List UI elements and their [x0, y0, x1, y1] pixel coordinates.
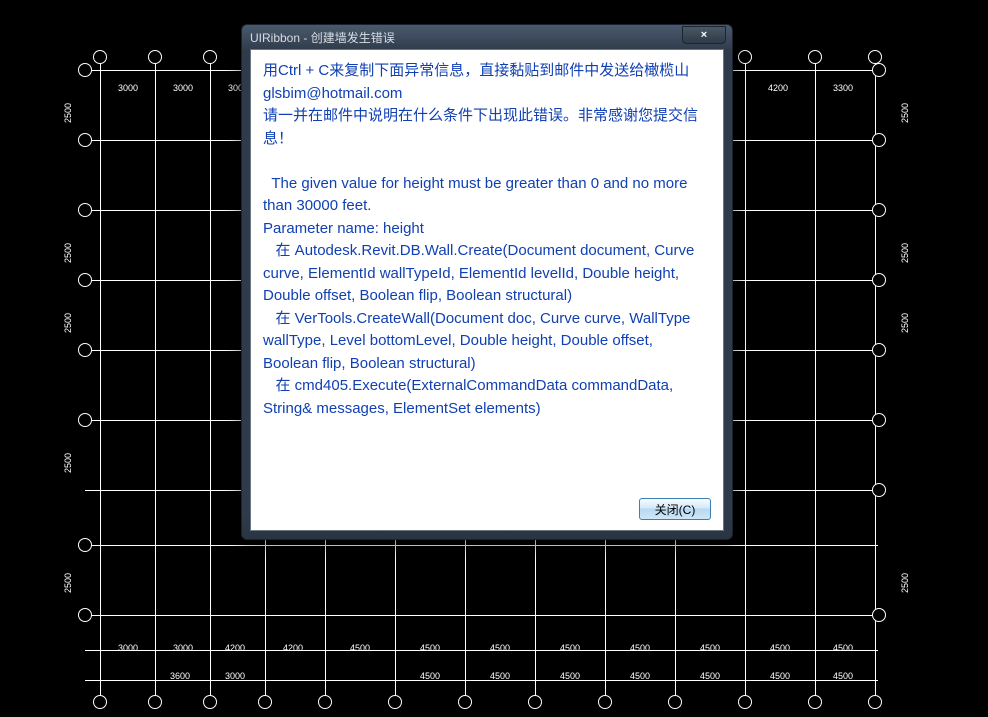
close-action-button[interactable]: 关闭(C) [639, 498, 711, 520]
grid-bubble [868, 50, 882, 64]
grid-line [155, 55, 156, 702]
grid-line [85, 650, 878, 651]
dimension-text: 3600 [170, 671, 190, 681]
grid-bubble [668, 695, 682, 709]
dimension-text: 4500 [560, 643, 580, 653]
dimension-text: 4200 [283, 643, 303, 653]
grid-bubble [808, 50, 822, 64]
dimension-text: 4500 [630, 671, 650, 681]
grid-bubble [78, 203, 92, 217]
dimension-text: 4500 [350, 643, 370, 653]
dimension-text: 2500 [900, 573, 910, 593]
dimension-text: 2500 [63, 313, 73, 333]
grid-line [745, 55, 746, 702]
grid-line [875, 55, 876, 702]
dimension-text: 4500 [700, 671, 720, 681]
grid-bubble [93, 50, 107, 64]
grid-bubble [78, 343, 92, 357]
close-icon: × [701, 29, 707, 41]
grid-bubble [872, 413, 886, 427]
dimension-text: 2500 [900, 103, 910, 123]
grid-bubble [203, 695, 217, 709]
dialog-button-row: 关闭(C) [263, 498, 711, 520]
close-action-label: 关闭(C) [655, 501, 696, 518]
dimension-text: 4500 [630, 643, 650, 653]
grid-bubble [598, 695, 612, 709]
dimension-text: 3000 [118, 83, 138, 93]
grid-bubble [872, 608, 886, 622]
dimension-text: 2500 [63, 103, 73, 123]
grid-bubble [872, 63, 886, 77]
dimension-text: 2500 [900, 313, 910, 333]
dimension-text: 4500 [833, 643, 853, 653]
dimension-text: 4500 [490, 671, 510, 681]
grid-bubble [872, 273, 886, 287]
dimension-text: 4500 [833, 671, 853, 681]
dimension-text: 2500 [63, 453, 73, 473]
grid-bubble [148, 695, 162, 709]
grid-bubble [78, 273, 92, 287]
dimension-text: 4500 [490, 643, 510, 653]
grid-bubble [93, 695, 107, 709]
dimension-text: 4500 [420, 643, 440, 653]
dimension-text: 4500 [770, 643, 790, 653]
grid-line [815, 55, 816, 702]
grid-bubble [318, 695, 332, 709]
dimension-text: 3000 [225, 671, 245, 681]
dialog-body: 用Ctrl + C来复制下面异常信息，直接黏贴到邮件中发送给橄榄山glsbim@… [250, 49, 724, 531]
dimension-text: 2500 [63, 573, 73, 593]
dialog-titlebar[interactable]: UIRibbon - 创建墙发生错误 × [242, 25, 732, 49]
grid-bubble [458, 695, 472, 709]
grid-bubble [872, 343, 886, 357]
grid-bubble [78, 63, 92, 77]
grid-line [85, 615, 878, 616]
error-dialog: UIRibbon - 创建墙发生错误 × 用Ctrl + C来复制下面异常信息，… [241, 24, 733, 540]
grid-bubble [78, 608, 92, 622]
grid-line [100, 55, 101, 702]
grid-bubble [872, 133, 886, 147]
dimension-text: 4200 [225, 643, 245, 653]
grid-bubble [872, 203, 886, 217]
grid-bubble [78, 538, 92, 552]
grid-bubble [78, 133, 92, 147]
dimension-text: 3300 [833, 83, 853, 93]
dimension-text: 3000 [173, 83, 193, 93]
error-message: 用Ctrl + C来复制下面异常信息，直接黏贴到邮件中发送给橄榄山glsbim@… [263, 60, 711, 490]
dimension-text: 4500 [770, 671, 790, 681]
grid-line [210, 55, 211, 702]
grid-bubble [78, 413, 92, 427]
dimension-text: 4500 [420, 671, 440, 681]
dimension-text: 2500 [63, 243, 73, 263]
dimension-text: 3000 [118, 643, 138, 653]
dialog-title: UIRibbon - 创建墙发生错误 [250, 29, 395, 46]
grid-bubble [868, 695, 882, 709]
grid-bubble [203, 50, 217, 64]
grid-bubble [148, 50, 162, 64]
dimension-text: 2500 [900, 243, 910, 263]
grid-line [85, 545, 878, 546]
grid-bubble [738, 695, 752, 709]
dimension-text: 3000 [173, 643, 193, 653]
grid-bubble [258, 695, 272, 709]
grid-bubble [528, 695, 542, 709]
grid-bubble [872, 483, 886, 497]
dimension-text: 4200 [768, 83, 788, 93]
close-button[interactable]: × [682, 26, 726, 44]
grid-line [85, 680, 878, 681]
dimension-text: 4500 [560, 671, 580, 681]
grid-bubble [388, 695, 402, 709]
grid-bubble [808, 695, 822, 709]
grid-bubble [738, 50, 752, 64]
dimension-text: 4500 [700, 643, 720, 653]
